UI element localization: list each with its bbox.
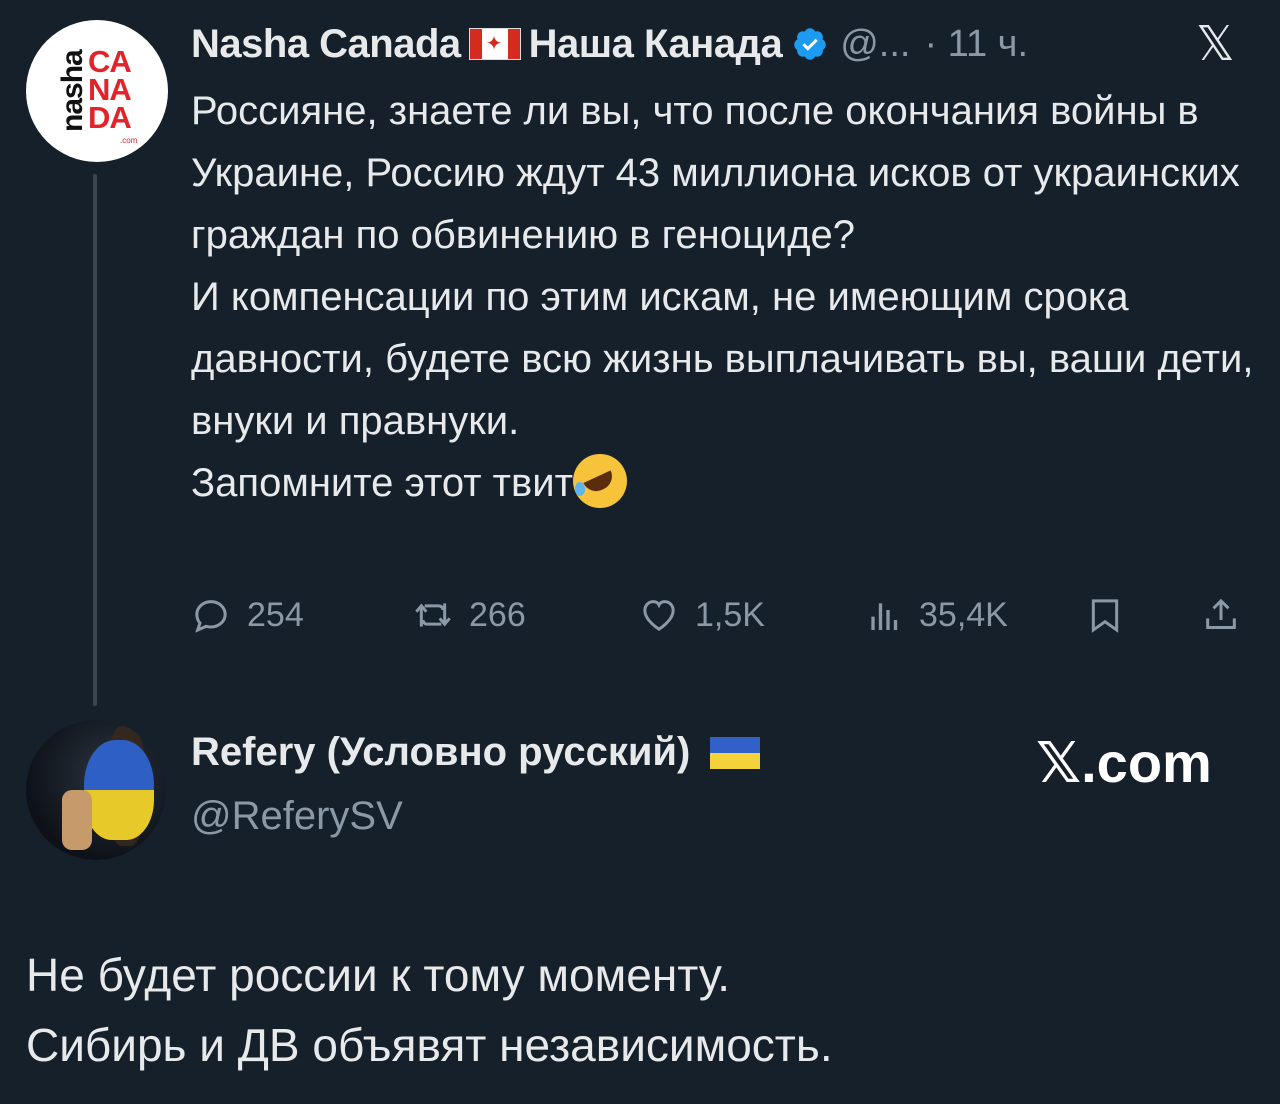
reply-button[interactable]: 254 [191, 590, 304, 640]
bookmark-button[interactable] [1085, 590, 1141, 640]
tweet-header: Nasha Canada ✦ Наша Канада @... · 11 ч. [191, 14, 1028, 74]
reply-text: Не будет россии к тому моменту. Сибирь и… [26, 940, 1256, 1080]
reply-line: Сибирь и ДВ объявят независимость. [26, 1019, 833, 1071]
reply-count: 254 [247, 595, 304, 634]
retweet-count: 266 [469, 595, 526, 634]
laughing-emoji-icon [572, 454, 627, 508]
author-handle[interactable]: @... [840, 23, 910, 66]
views-button[interactable]: 35,4K [863, 590, 1008, 640]
reply-avatar[interactable] [26, 720, 166, 860]
tweet-paragraph: Россияне, знаете ли вы, что после оконча… [191, 89, 1240, 257]
ukraine-flag-icon [710, 736, 761, 769]
views-count: 35,4K [919, 595, 1008, 634]
x-logo-icon: 𝕏 [1196, 18, 1235, 71]
tweet-paragraph: Запомните этот твит [191, 452, 1261, 514]
reply-author-name[interactable]: Refery (Условно русский) [191, 730, 690, 775]
like-button[interactable]: 1,5K [639, 590, 765, 640]
tweet-paragraph-text: Запомните этот твит [191, 461, 573, 505]
author-name[interactable]: Nasha Canada [191, 22, 461, 67]
reply-author-handle[interactable]: @ReferySV [191, 794, 403, 839]
like-count: 1,5K [695, 595, 765, 634]
avatar-vertical-text: nasha [56, 50, 89, 132]
author-name-ru[interactable]: Наша Канада [529, 22, 783, 67]
avatar-brand-text: CA NA DA [88, 46, 164, 135]
heart-icon [643, 600, 675, 631]
share-icon [1206, 598, 1236, 629]
reply-line: Не будет россии к тому моменту. [26, 949, 731, 1001]
avatar-brand-line: DA [88, 100, 132, 135]
reply-icon [195, 600, 227, 633]
avatar[interactable]: nasha CA NA DA .com [26, 20, 168, 162]
avatar-dotcom: .com [120, 136, 138, 145]
avatar-hand [62, 790, 92, 850]
tweet-actions: 254 266 1,5K 35,4K [191, 590, 1251, 640]
bookmark-icon [1091, 599, 1119, 633]
reply-author-header: Refery (Условно русский) [191, 730, 761, 775]
tweet-paragraph: И компенсации по этим искам, не имеющим … [191, 275, 1254, 443]
share-button[interactable] [1201, 590, 1257, 640]
retweet-icon [415, 603, 451, 627]
views-chart-icon [871, 603, 898, 630]
retweet-button[interactable]: 266 [413, 590, 526, 640]
canada-flag-icon: ✦ [468, 28, 521, 60]
verified-badge-icon [794, 28, 826, 60]
x-com-watermark: 𝕏.com [1036, 731, 1212, 794]
avatar-face [84, 740, 154, 840]
thread-line [93, 174, 97, 706]
tweet-time[interactable]: · 11 ч. [924, 23, 1028, 66]
tweet-text: Россияне, знаете ли вы, что после оконча… [191, 80, 1261, 514]
